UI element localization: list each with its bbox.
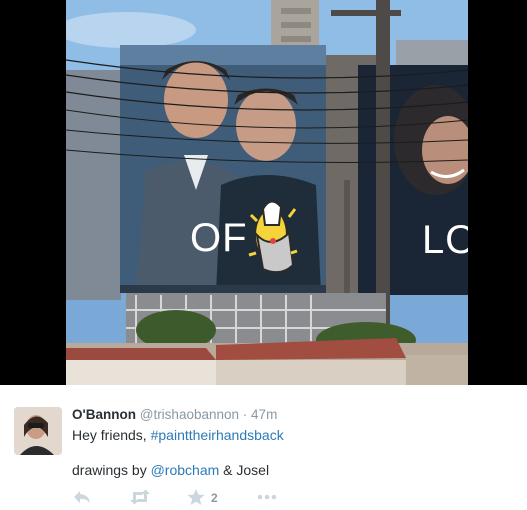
reply-icon xyxy=(74,491,90,503)
tweet: O'Bannon @trishaobannon · 47m Hey friend… xyxy=(0,385,527,510)
more-button[interactable] xyxy=(256,488,278,506)
billboard-photo[interactable]: OF LO xyxy=(66,0,468,385)
credit-prefix: drawings by xyxy=(72,462,151,478)
reply-button[interactable] xyxy=(72,488,92,506)
avatar-image xyxy=(14,407,62,455)
billboard-text-left: OF xyxy=(190,216,248,260)
tweet-credit: drawings by @robcham & Josel xyxy=(72,462,269,478)
display-name[interactable]: O'Bannon xyxy=(72,407,136,422)
hashtag-link[interactable]: #painttheirhandsback xyxy=(151,427,284,443)
more-icon xyxy=(257,494,277,500)
tweet-actions: 2 xyxy=(72,488,292,506)
tweet-media[interactable]: OF LO xyxy=(0,0,527,385)
favorite-button[interactable] xyxy=(187,488,205,506)
mention-link[interactable]: @robcham xyxy=(151,462,220,478)
favorite-count: 2 xyxy=(211,491,218,505)
tweet-text-prefix: Hey friends, xyxy=(72,427,151,443)
timestamp[interactable]: 47m xyxy=(251,407,277,422)
star-icon xyxy=(187,489,205,505)
tweet-header: O'Bannon @trishaobannon · 47m xyxy=(72,407,277,422)
billboard-scene xyxy=(66,0,468,385)
billboard-text-right: LO xyxy=(422,218,468,262)
avatar[interactable] xyxy=(14,407,62,455)
retweet-button[interactable] xyxy=(129,488,151,506)
timestamp-separator: · xyxy=(242,407,248,422)
retweet-icon xyxy=(130,489,150,505)
user-handle[interactable]: @trishaobannon xyxy=(140,407,239,422)
credit-suffix: & Josel xyxy=(219,462,270,478)
tweet-text: Hey friends, #painttheirhandsback xyxy=(72,427,284,443)
